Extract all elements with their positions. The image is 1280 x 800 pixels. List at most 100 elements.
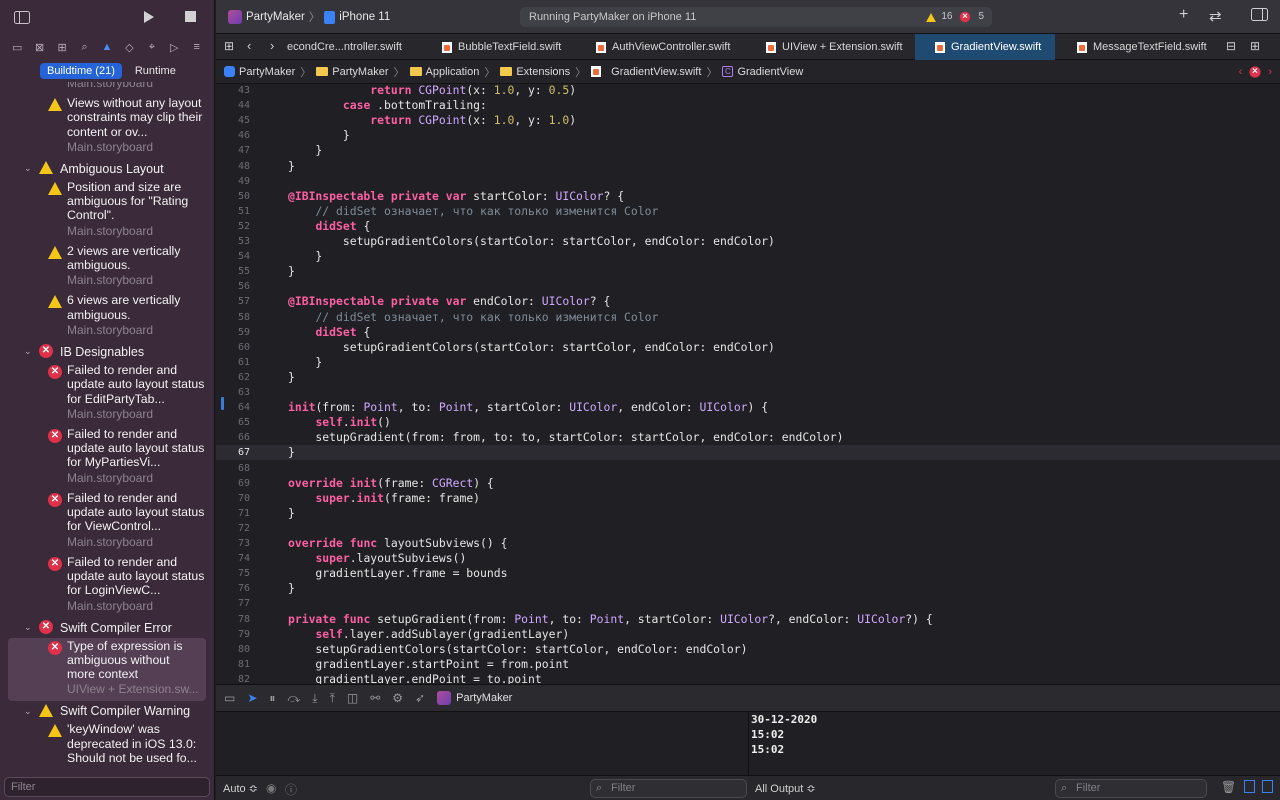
- breakpoints-toggle-icon[interactable]: ➤: [247, 691, 257, 705]
- sidebar-toggle-icon[interactable]: [14, 10, 30, 24]
- code-line[interactable]: 46 }: [216, 128, 1280, 143]
- location-icon[interactable]: ➶: [415, 691, 425, 705]
- issue-group[interactable]: ⌄ ✕ IB Designables: [0, 342, 214, 362]
- split-editor-icon[interactable]: ⊞: [1250, 39, 1260, 53]
- error-icon[interactable]: ✕: [1249, 65, 1261, 78]
- hide-debug-area-icon[interactable]: ▭: [224, 691, 235, 705]
- breadcrumb-group[interactable]: PartyMaker: [316, 66, 389, 78]
- buildtime-tab[interactable]: Buildtime (21): [40, 63, 122, 79]
- code-line[interactable]: 54 }: [216, 249, 1280, 264]
- code-line[interactable]: 51 // didSet означает, что как только из…: [216, 204, 1280, 219]
- trash-icon[interactable]: 🗑: [1221, 780, 1236, 794]
- code-line[interactable]: 72: [216, 521, 1280, 536]
- source-editor[interactable]: 43 return CGPoint(x: 1.0, y: 0.5) 44 case…: [216, 85, 1280, 684]
- breadcrumb-project[interactable]: PartyMaker: [224, 66, 295, 78]
- issue-item[interactable]: ✕ Failed to render and update auto layout…: [0, 362, 214, 426]
- editor-options-icon[interactable]: ⊟: [1226, 39, 1236, 53]
- breadcrumb-file[interactable]: GradientView.swift: [591, 66, 701, 78]
- code-line[interactable]: 49: [216, 174, 1280, 189]
- code-line[interactable]: 58 // didSet означает, что как только из…: [216, 310, 1280, 325]
- tab-uiview-extension[interactable]: UIView + Extension.swift: [748, 34, 914, 60]
- code-line[interactable]: 62}: [216, 370, 1280, 385]
- issue-item[interactable]: ✕ Failed to render and update auto layout…: [0, 554, 214, 618]
- issue-item[interactable]: 'keyWindow' was deprecated in iOS 13.0: …: [0, 721, 214, 768]
- pause-icon[interactable]: ⏸: [269, 691, 275, 706]
- chevron-down-icon[interactable]: ⌄: [24, 622, 34, 633]
- add-icon[interactable]: +: [1179, 6, 1188, 24]
- step-into-icon[interactable]: ⤓: [312, 691, 317, 706]
- issue-group[interactable]: ⌄ ✕ Swift Compiler Error: [0, 618, 214, 638]
- code-line[interactable]: 65 self.init(): [216, 415, 1280, 430]
- issue-item[interactable]: Views without any layout constraints may…: [0, 95, 214, 159]
- console-filter-field[interactable]: Filter: [1055, 779, 1207, 798]
- environment-overrides-icon[interactable]: ⚙: [392, 691, 403, 705]
- code-line[interactable]: 82 gradientLayer.endPoint = to.point: [216, 672, 1280, 684]
- code-line[interactable]: 76}: [216, 581, 1280, 596]
- code-line[interactable]: 70 super.init(frame: frame): [216, 491, 1280, 506]
- code-line[interactable]: 73 override func layoutSubviews() {: [216, 536, 1280, 551]
- issue-group[interactable]: ⌄ Swift Compiler Warning: [0, 701, 214, 721]
- chevron-down-icon[interactable]: ⌄: [24, 163, 34, 174]
- code-line[interactable]: 79 self.layer.addSublayer(gradientLayer): [216, 627, 1280, 642]
- variables-filter-field[interactable]: Filter: [590, 779, 747, 798]
- navigator-filter-field[interactable]: Filter: [4, 777, 210, 797]
- code-line[interactable]: 47 }: [216, 143, 1280, 158]
- code-line[interactable]: 77: [216, 596, 1280, 611]
- code-review-icon[interactable]: ⇄: [1209, 7, 1222, 25]
- code-line[interactable]: 81 gradientLayer.startPoint = from.point: [216, 657, 1280, 672]
- next-issue-icon[interactable]: ›: [1268, 66, 1272, 78]
- breakpoint-icon[interactable]: ▷: [167, 40, 181, 54]
- code-line[interactable]: 61 }: [216, 355, 1280, 370]
- variables-scope-selector[interactable]: Auto ≎: [223, 782, 258, 795]
- code-line[interactable]: 59 didSet {: [216, 325, 1280, 340]
- back-icon[interactable]: ‹: [247, 38, 251, 53]
- output-selector[interactable]: All Output ≎: [755, 782, 816, 795]
- issue-item[interactable]: 2 views are vertically ambiguous. Main.st…: [0, 243, 214, 293]
- issue-item[interactable]: ✕ Failed to render and update auto layout…: [0, 426, 214, 490]
- code-line[interactable]: 44 case .bottomTrailing:: [216, 98, 1280, 113]
- debug-target[interactable]: PartyMaker: [437, 691, 512, 705]
- code-line[interactable]: 57 @IBInspectable private var endColor: U…: [216, 294, 1280, 309]
- play-icon[interactable]: [143, 10, 155, 24]
- grid-icon[interactable]: ⊞: [224, 39, 234, 53]
- report-icon[interactable]: ≡: [190, 40, 204, 54]
- symbol-icon[interactable]: ⊞: [55, 40, 69, 54]
- debug-icon[interactable]: ⌖: [145, 40, 159, 54]
- find-icon[interactable]: ⌕: [78, 40, 92, 54]
- code-line[interactable]: 69 override init(frame: CGRect) {: [216, 476, 1280, 491]
- breadcrumb-symbol[interactable]: C GradientView: [722, 66, 803, 78]
- code-line[interactable]: 50 @IBInspectable private var startColor:…: [216, 189, 1280, 204]
- tab-message-text-field[interactable]: MessageTextField.swift: [1059, 34, 1219, 60]
- chevron-down-icon[interactable]: ⌄: [24, 706, 34, 717]
- chevron-down-icon[interactable]: ⌄: [24, 346, 34, 357]
- code-line[interactable]: 66 setupGradient(from: from, to: to, sta…: [216, 430, 1280, 445]
- issue-icon[interactable]: ▲: [100, 40, 114, 54]
- view-hierarchy-icon[interactable]: ◫: [347, 691, 358, 705]
- issue-item[interactable]: 6 views are vertically ambiguous. Main.st…: [0, 292, 214, 342]
- code-line[interactable]: 71}: [216, 506, 1280, 521]
- code-line[interactable]: 52 didSet {: [216, 219, 1280, 234]
- code-line[interactable]: 67}: [216, 445, 1280, 461]
- breadcrumb-application[interactable]: Application: [409, 66, 479, 78]
- issue-item[interactable]: Position and size are ambiguous for "Rat…: [0, 179, 214, 243]
- tab-gradient-view[interactable]: GradientView.swift: [915, 34, 1055, 60]
- code-line[interactable]: 60 setupGradientColors(startColor: start…: [216, 340, 1280, 355]
- breadcrumb-extensions[interactable]: Extensions: [500, 66, 570, 78]
- scheme-selector[interactable]: PartyMaker 〉 iPhone 11: [228, 9, 390, 25]
- runtime-tab[interactable]: Runtime: [128, 63, 183, 79]
- issue-item[interactable]: ✕ Failed to render and update auto layout…: [0, 490, 214, 554]
- eye-icon[interactable]: ◉: [266, 781, 276, 795]
- previous-issue-icon[interactable]: ‹: [1239, 66, 1243, 78]
- code-line[interactable]: 74 super.layoutSubviews(): [216, 551, 1280, 566]
- issue-counts[interactable]: 16 ✕ 5: [924, 7, 984, 27]
- folder-icon[interactable]: ▭: [10, 40, 24, 54]
- code-line[interactable]: 56: [216, 279, 1280, 294]
- code-line[interactable]: 64 init(from: Point, to: Point, startColo…: [216, 400, 1280, 415]
- step-over-icon[interactable]: ⤼: [287, 691, 300, 706]
- code-line[interactable]: 75 gradientLayer.frame = bounds: [216, 566, 1280, 581]
- tab-second-controller[interactable]: econdCre...ntroller.swift: [287, 34, 422, 60]
- tab-auth-view-controller[interactable]: AuthViewController.swift: [578, 34, 748, 60]
- forward-icon[interactable]: ›: [270, 38, 274, 53]
- memory-graph-icon[interactable]: ⚯: [370, 691, 380, 705]
- test-icon[interactable]: ◇: [122, 40, 136, 54]
